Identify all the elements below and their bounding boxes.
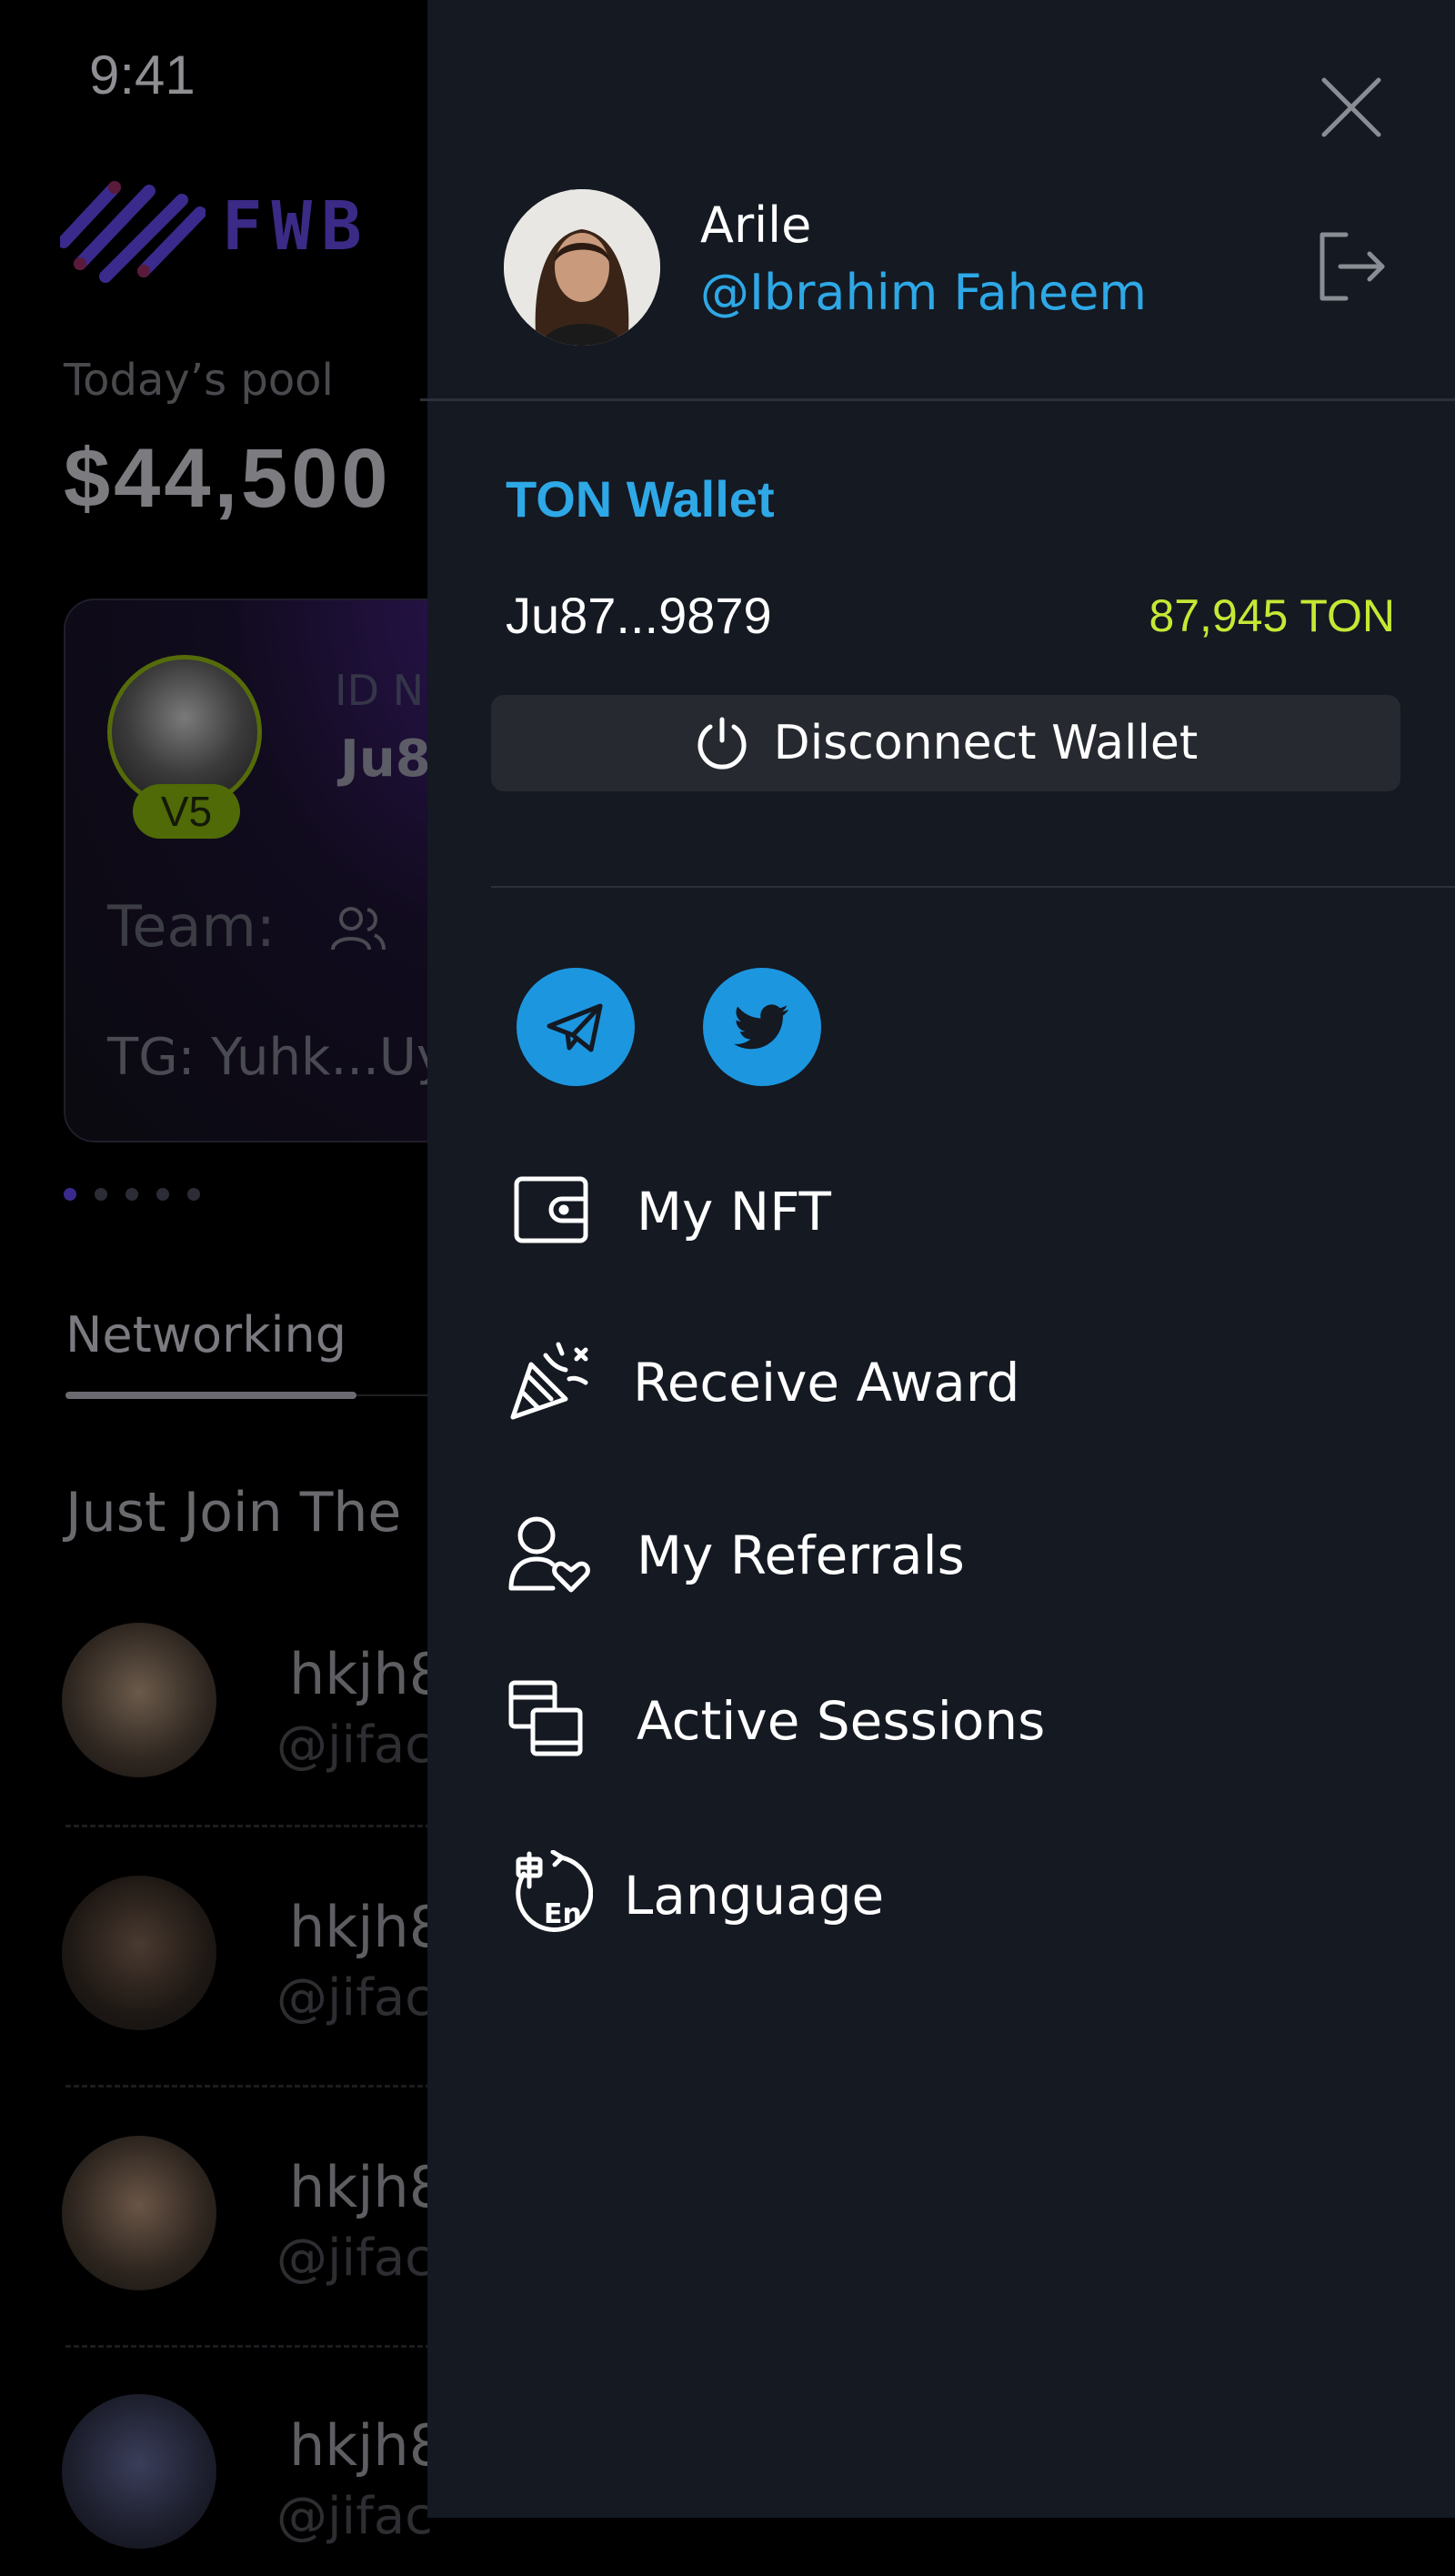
disconnect-wallet-button[interactable]: Disconnect Wallet: [491, 695, 1400, 791]
avatar: [504, 189, 660, 346]
divider: [491, 886, 1455, 888]
card-telegram-handle: TG: Yuhk...Uy: [107, 1028, 447, 1087]
twitter-button[interactable]: [703, 968, 821, 1086]
close-icon[interactable]: [1315, 71, 1388, 144]
menu-item-language[interactable]: En Language: [506, 1850, 1324, 1950]
user-name: hkjh8: [289, 1894, 446, 1960]
card-id-value: Ju8: [340, 730, 431, 789]
carousel-dot[interactable]: [187, 1188, 200, 1201]
profile-name: Arile: [700, 196, 812, 254]
avatar: [62, 2136, 216, 2290]
tab-active-indicator: [65, 1392, 356, 1399]
menu-label: Receive Award: [633, 1352, 1020, 1414]
list-item[interactable]: hkjh8 @jifac: [62, 1876, 489, 2058]
card-id-label: ID N: [335, 666, 425, 715]
menu-label: Language: [624, 1865, 885, 1927]
profile-avatar[interactable]: [504, 189, 660, 346]
wallet-title: TON Wallet: [506, 470, 775, 528]
row-divider: [65, 2085, 447, 2088]
avatar: [62, 1876, 216, 2030]
party-popper-icon: [510, 1342, 588, 1420]
section-title: Just Join The: [65, 1481, 402, 1545]
menu-item-active-sessions[interactable]: Active Sessions: [506, 1675, 1324, 1776]
carousel-dot[interactable]: [125, 1188, 138, 1201]
twitter-icon: [734, 1004, 788, 1050]
carousel-dot[interactable]: [64, 1188, 76, 1201]
tab-networking[interactable]: Networking: [65, 1306, 346, 1363]
menu-label: My Referrals: [637, 1524, 965, 1586]
wallet-balance: 87,945 TON: [1149, 590, 1395, 641]
wallet-icon: [514, 1176, 588, 1243]
telegram-icon: [547, 1003, 603, 1052]
pool-label: Today’s pool: [64, 355, 334, 406]
carousel-dot[interactable]: [95, 1188, 107, 1201]
menu-label: My NFT: [637, 1181, 831, 1243]
avatar: [62, 2394, 216, 2549]
power-icon: [697, 717, 747, 770]
menu-item-my-nft[interactable]: My NFT: [506, 1166, 1324, 1266]
language-icon: En: [516, 1850, 593, 1932]
carousel-dots[interactable]: [64, 1188, 200, 1201]
card-team-label: Team:: [107, 893, 276, 960]
menu-label: Active Sessions: [637, 1690, 1046, 1752]
user-handle: @jifac: [276, 2487, 433, 2546]
user-name: hkjh8: [289, 1641, 446, 1707]
user-handle: @jifac: [276, 1968, 433, 2028]
devices-icon: [508, 1680, 583, 1756]
user-handle: @jifac: [276, 1716, 433, 1775]
disconnect-wallet-label: Disconnect Wallet: [773, 716, 1199, 770]
row-divider: [65, 1825, 447, 1827]
menu-item-my-referrals[interactable]: My Referrals: [506, 1510, 1324, 1610]
wallet-address: Ju87...9879: [506, 587, 772, 644]
list-item[interactable]: hkjh8 @jifac: [62, 1623, 489, 1805]
status-bar-time: 9:41: [89, 45, 196, 106]
user-heart-icon: [508, 1516, 590, 1593]
user-name: hkjh8: [289, 2412, 446, 2479]
logout-icon[interactable]: [1315, 227, 1390, 306]
list-item[interactable]: hkjh8 @jifac: [62, 2136, 489, 2318]
user-handle: @jifac: [276, 2229, 433, 2288]
team-icon: [331, 907, 386, 951]
row-divider: [65, 2345, 447, 2348]
profile-handle: @Ibrahim Faheem: [700, 264, 1147, 321]
level-badge: V5: [133, 784, 240, 839]
telegram-button[interactable]: [517, 968, 635, 1086]
menu-item-receive-award[interactable]: Receive Award: [506, 1337, 1324, 1437]
divider: [420, 398, 1455, 401]
pool-value: $44,500: [64, 432, 392, 525]
user-name: hkjh8: [289, 2154, 446, 2220]
carousel-dot[interactable]: [156, 1188, 169, 1201]
list-item[interactable]: hkjh8 @jifac: [62, 2394, 489, 2576]
brand-name: FWB: [222, 187, 371, 266]
avatar: [62, 1623, 216, 1777]
brand-logo-icon: [60, 181, 206, 283]
svg-text:En: En: [544, 1898, 582, 1930]
